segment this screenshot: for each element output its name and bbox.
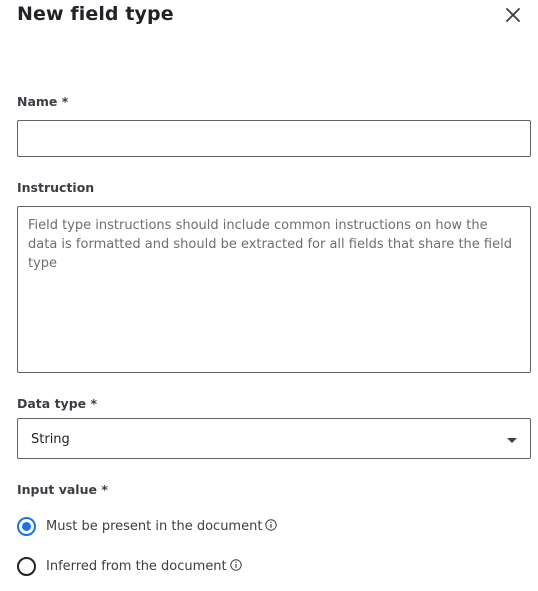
radio-option-inferred[interactable]: Inferred from the document [17, 556, 242, 576]
dialog-title: New field type [17, 3, 174, 25]
radio-button-unchecked[interactable] [17, 556, 36, 576]
name-input[interactable] [17, 120, 531, 157]
close-button[interactable] [500, 2, 526, 28]
close-icon [506, 8, 520, 22]
radio-button-checked[interactable] [17, 516, 36, 536]
data-type-label: Data type * [17, 396, 98, 411]
info-icon[interactable] [265, 518, 278, 531]
data-type-select[interactable]: String [17, 418, 531, 459]
radio-label-inferred: Inferred from the document [46, 558, 227, 574]
instruction-label: Instruction [17, 180, 95, 195]
data-type-selected-value: String [31, 432, 70, 447]
name-label: Name * [17, 94, 69, 109]
radio-label-must-be-present: Must be present in the document [46, 518, 263, 534]
info-icon[interactable] [229, 558, 242, 571]
new-field-type-dialog: New field type Name * Instruction Data t… [0, 0, 538, 591]
radio-option-must-be-present[interactable]: Must be present in the document [17, 516, 278, 536]
input-value-label: Input value * [17, 482, 108, 497]
instruction-textarea[interactable] [17, 206, 531, 373]
caret-down-icon [507, 438, 517, 443]
